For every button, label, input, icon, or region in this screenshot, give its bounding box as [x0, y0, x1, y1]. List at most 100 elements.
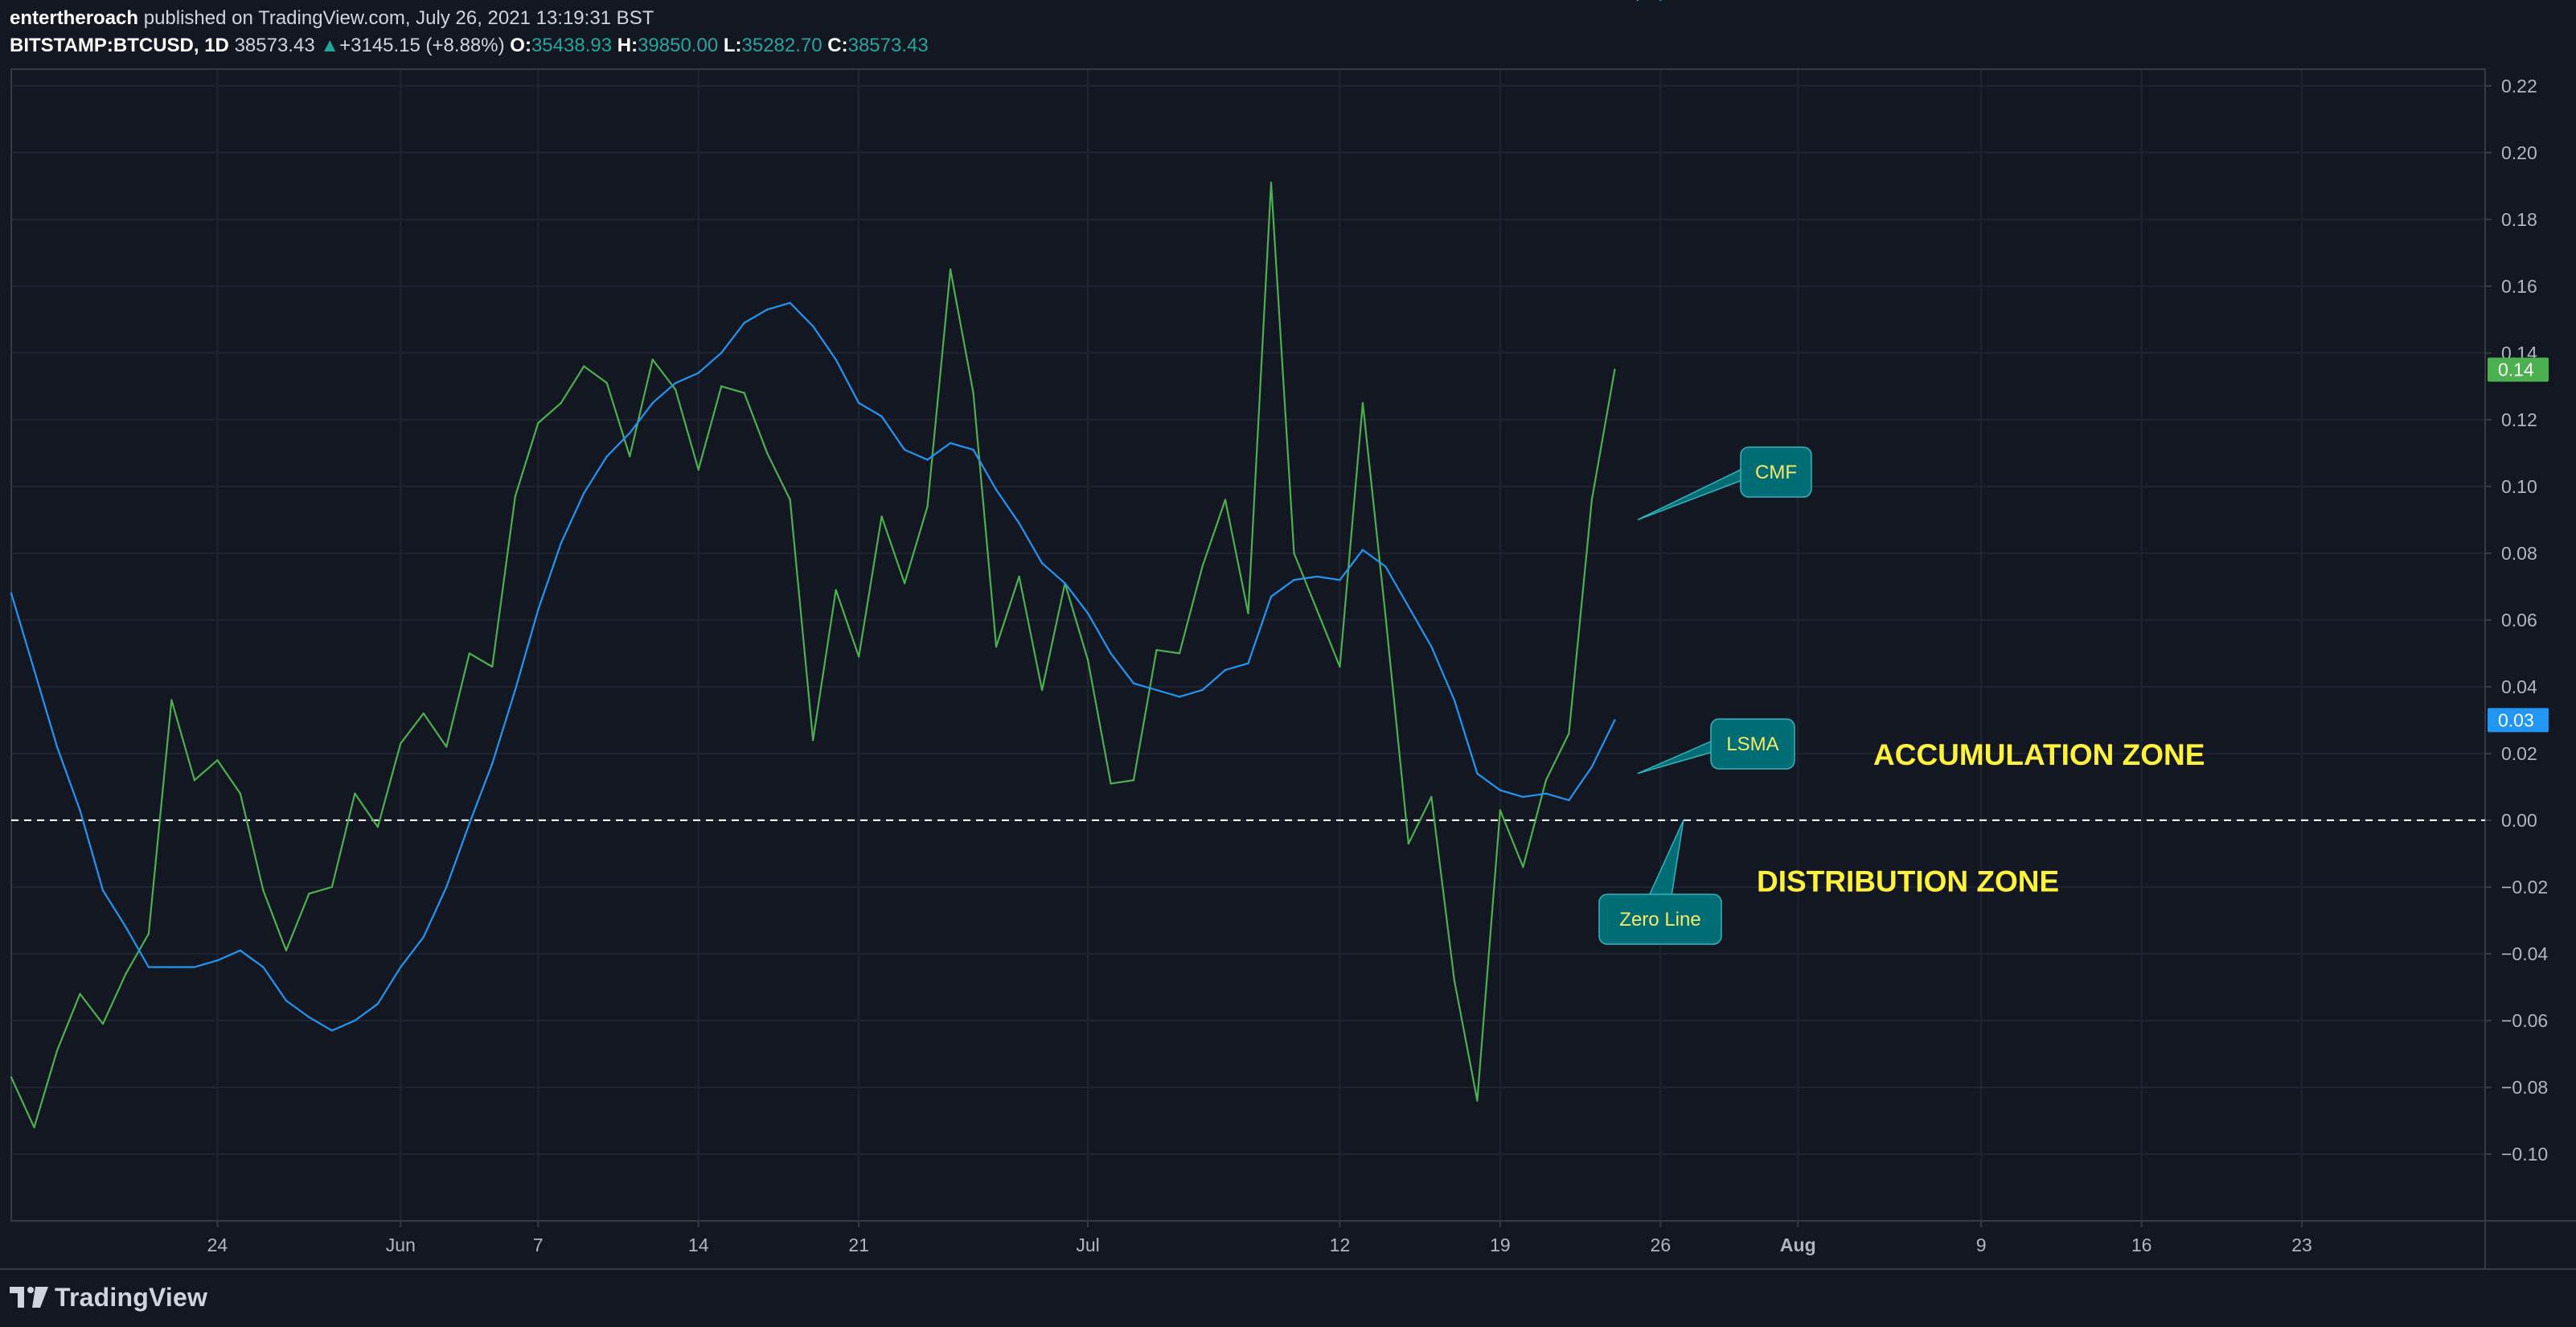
- cmf-data-point: [1522, 865, 1524, 869]
- lsma-data-point: [949, 442, 952, 445]
- lsma-data-point: [1476, 772, 1479, 775]
- cmf-data-point: [514, 495, 516, 498]
- cmf-data-point: [33, 1126, 35, 1128]
- cmf-last-value-tag[interactable]: 0.14: [2488, 357, 2549, 382]
- lsma-data-point: [1361, 548, 1364, 551]
- lsma-data-point: [1568, 799, 1570, 802]
- cmf-data-point: [1086, 659, 1089, 661]
- lsma-data-point: [789, 302, 791, 304]
- callout-label: Zero Line: [1619, 909, 1700, 931]
- lsma-data-point: [1224, 668, 1227, 672]
- cmf-data-point: [193, 779, 196, 782]
- lsma-data-point: [1384, 565, 1387, 568]
- lsma-data-point: [1339, 578, 1341, 581]
- lsma-last-value-tag[interactable]: 0.03: [2488, 708, 2549, 733]
- callout-pointer: [1637, 739, 1713, 774]
- cmf-data-point: [422, 712, 425, 715]
- lsma-data-point: [33, 668, 35, 672]
- plot-area[interactable]: [10, 68, 2486, 1222]
- x-tick-label: Jul: [1076, 1235, 1099, 1255]
- cmf-data-point: [1247, 612, 1249, 614]
- y-tick-label: 0.16: [2501, 276, 2537, 297]
- y-tick-label: −0.02: [2501, 877, 2548, 898]
- y-tick-label: 0.00: [2501, 810, 2537, 831]
- x-tick-label: Jun: [386, 1235, 416, 1255]
- lsma-data-point: [1499, 789, 1502, 791]
- cmf-data-point: [262, 889, 265, 892]
- lsma-data-point: [79, 809, 81, 811]
- cmf-data-point: [1384, 615, 1387, 618]
- lsma-data-point: [1293, 578, 1295, 581]
- lsma-data-point: [400, 966, 402, 968]
- lsma-series-line[interactable]: [10, 302, 1616, 1032]
- accumulation-zone-label: ACCUMULATION ZONE: [1873, 738, 2205, 771]
- series-layer: [10, 0, 1662, 1128]
- lsma-data-point: [629, 432, 631, 434]
- y-tick-label: 0.10: [2501, 476, 2537, 497]
- lsma-data-point: [468, 822, 471, 825]
- lsma-data-point: [605, 455, 608, 458]
- lsma-data-point: [1110, 652, 1112, 655]
- annotation-layer: CMF LSMA Zero Line ACCUMULATION ZONE DISTRIB…: [1598, 446, 2205, 945]
- grid: [11, 69, 2485, 1221]
- cmf-data-point: [1361, 401, 1364, 405]
- lsma-data-point: [857, 401, 860, 405]
- lsma-data-point: [1636, 0, 1639, 2]
- cmf-data-point: [1040, 688, 1044, 692]
- x-tick-label: 14: [688, 1235, 709, 1255]
- cmf-data-point: [468, 652, 471, 655]
- cmf-data-point: [170, 699, 173, 701]
- lsma-data-point: [811, 325, 814, 327]
- lsma-data-point: [10, 592, 13, 594]
- cmf-data-point: [1201, 565, 1204, 568]
- cmf-data-point: [1407, 842, 1410, 845]
- lsma-data-point: [239, 949, 242, 951]
- cmf-data-point: [629, 455, 631, 458]
- cmf-data-point: [55, 1050, 59, 1052]
- lsma-data-point: [675, 381, 677, 384]
- y-tick-label: 0.20: [2501, 142, 2537, 163]
- y-tick-label: 0.06: [2501, 610, 2537, 631]
- x-tick-label: 16: [2131, 1235, 2152, 1255]
- lsma-data-point: [1270, 595, 1273, 598]
- time-axis[interactable]: 24 Jun 7 14 21 Jul 12 19 26 Aug 9 16 23: [207, 1221, 2312, 1255]
- lsma-data-point: [1018, 522, 1020, 524]
- lsma-data-point: [445, 885, 448, 889]
- last-value-text: 0.03: [2498, 709, 2534, 730]
- x-tick-label: 12: [1330, 1235, 1351, 1255]
- lsma-data-point: [354, 1019, 356, 1022]
- y-tick-label: −0.08: [2501, 1077, 2548, 1098]
- lsma-data-point: [101, 889, 105, 892]
- tradingview-logo[interactable]: TradingView: [10, 1279, 207, 1316]
- cmf-data-point: [743, 392, 745, 394]
- distribution-zone-label: DISTRIBUTION ZONE: [1757, 865, 2059, 898]
- last-value-text: 0.14: [2498, 359, 2534, 380]
- cmf-data-point: [835, 589, 837, 591]
- lsma-data-point: [1407, 606, 1410, 608]
- y-tick-label: 0.02: [2501, 743, 2537, 764]
- lsma-data-point: [514, 688, 516, 692]
- cmf-data-point: [1293, 552, 1295, 555]
- cmf-data-point: [1155, 649, 1158, 651]
- lsma-data-point: [1544, 792, 1548, 795]
- cmf-callout[interactable]: CMF: [1637, 446, 1812, 521]
- lsma-data-point: [1430, 645, 1433, 648]
- lsma-data-point: [903, 448, 906, 451]
- lsma-data-point: [1315, 575, 1319, 578]
- y-tick-label: −0.04: [2501, 943, 2548, 964]
- cmf-series-line[interactable]: [10, 182, 1616, 1128]
- price-axis[interactable]: 0.22 0.20 0.18 0.16 0.14 0.12 0.10 0.08 0.06 0.04…: [2485, 76, 2548, 1165]
- callout-label: LSMA: [1726, 733, 1778, 755]
- x-tick-label: 19: [1490, 1235, 1511, 1255]
- cmf-data-point: [1178, 652, 1181, 655]
- lsma-data-point: [537, 609, 539, 611]
- lsma-data-point: [170, 966, 173, 968]
- cmf-data-point: [789, 499, 791, 501]
- lsma-data-point: [1522, 795, 1524, 799]
- lsma-data-point: [743, 322, 745, 324]
- lsma-data-point: [995, 488, 998, 491]
- cmf-data-point: [1270, 181, 1273, 184]
- cmf-indicator-chart[interactable]: 0.22 0.20 0.18 0.16 0.14 0.12 0.10 0.08 0.06 0.04…: [0, 0, 2576, 1327]
- cmf-data-point: [1224, 499, 1227, 501]
- cmf-data-point: [583, 365, 585, 368]
